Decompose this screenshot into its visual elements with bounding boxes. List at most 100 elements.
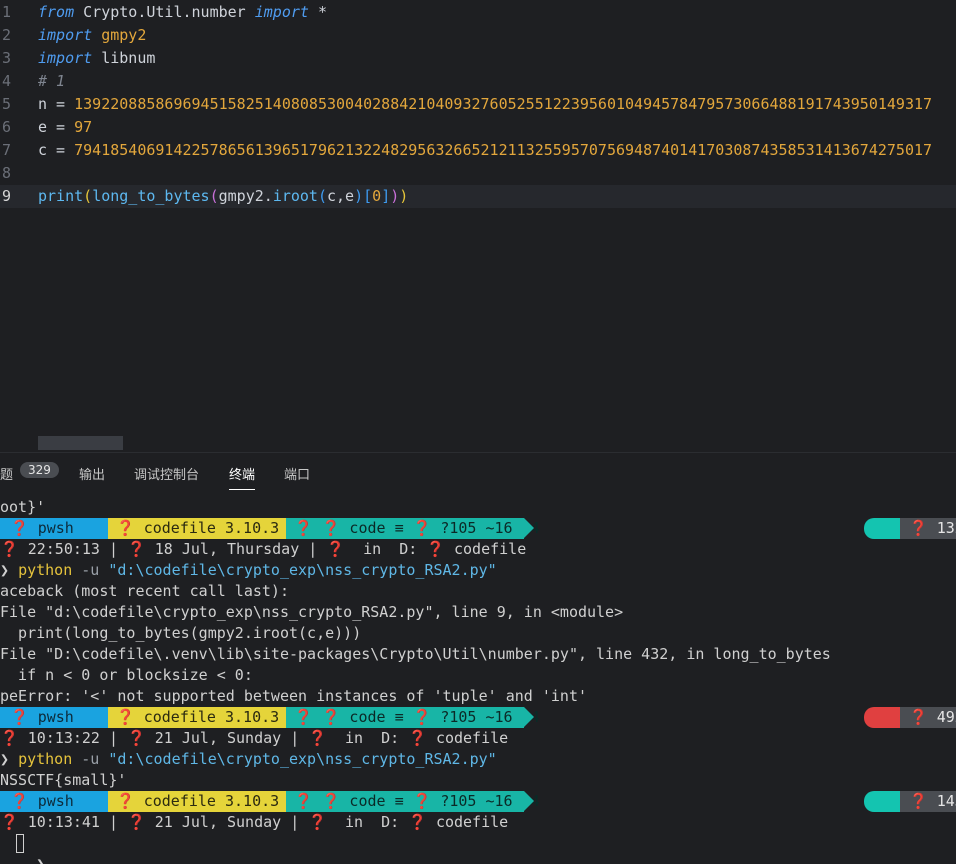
code-line[interactable]: 4 # 1 xyxy=(0,70,956,93)
tab-output[interactable]: 输出 xyxy=(79,464,105,483)
code-token: ( xyxy=(209,187,219,205)
tab-ports[interactable]: 端口 xyxy=(284,464,310,483)
code-token: c,e xyxy=(327,187,355,205)
prompt-info-line-3: ❓ 10:13:41 | ❓ 21 Jul, Sunday | ❓ in D: … xyxy=(0,813,509,831)
code-token: c = xyxy=(38,141,75,159)
code-token: Crypto.Util.number xyxy=(74,3,255,21)
code-token: 97 xyxy=(74,118,93,136)
problems-count-badge: 329 xyxy=(20,462,59,478)
code-text: c = 794185406914225786561396517962132248… xyxy=(38,139,932,162)
code-text: import gmpy2 xyxy=(38,24,146,47)
command-line-1: ❯ python -u "d:\codefile\crypto_exp\nss_… xyxy=(0,560,497,581)
code-token: 7941854069142257865613965179621322482956… xyxy=(74,141,933,159)
code-token: e = xyxy=(38,118,75,136)
prompt-bar-1: ❓ pwsh ❓ codefile 3.10.3 ❓ ❓ code ≡ ❓ ?1… xyxy=(0,518,956,539)
status-ok-segment xyxy=(864,518,900,539)
traceback-line: if n < 0 or blocksize < 0: xyxy=(0,666,253,684)
prompt-git-segment: ❓ ❓ code ≡ ❓ ?105 ~16 -4 xyxy=(286,707,540,728)
line-number: 6 xyxy=(2,118,12,136)
prompt-python-segment: ❓ codefile 3.10.3 xyxy=(108,518,286,539)
prompt-git-segment: ❓ ❓ code ≡ ❓ ?105 ~16 -4 xyxy=(286,518,540,539)
prompt-info-line-2: ❓ 10:13:22 | ❓ 21 Jul, Sunday | ❓ in D: … xyxy=(0,729,509,747)
code-token: import xyxy=(38,49,93,67)
code-token: 1392208858696945158251408085300402884210… xyxy=(74,95,933,113)
horizontal-scrollbar[interactable] xyxy=(38,436,123,450)
command-flag: -u xyxy=(72,561,109,579)
line-number: 5 xyxy=(2,95,12,113)
prompt-shell-segment: ❓ pwsh xyxy=(0,518,108,539)
code-line[interactable]: 1 from Crypto.Util.number import * xyxy=(0,1,956,24)
code-token: ) xyxy=(354,187,364,205)
prompt-git-segment: ❓ ❓ code ≡ ❓ ?105 ~16 -4 xyxy=(286,791,540,812)
code-token: [ xyxy=(363,187,373,205)
line-number: 8 xyxy=(2,164,12,182)
code-token: print xyxy=(38,187,84,205)
traceback-line: print(long_to_bytes(gmpy2.iroot(c,e))) xyxy=(0,624,362,642)
tab-terminal[interactable]: 终端 xyxy=(229,464,256,490)
code-token: import xyxy=(254,3,309,21)
tab-debug-console[interactable]: 调试控制台 xyxy=(134,464,199,483)
traceback-line: File "D:\codefile\.venv\lib\site-package… xyxy=(0,645,831,663)
code-token: ) xyxy=(399,187,409,205)
code-line[interactable]: 9 print(long_to_bytes(gmpy2.iroot(c,e)[0]… xyxy=(0,185,956,208)
command-flag: -u xyxy=(72,750,109,768)
code-token: 0 xyxy=(372,187,382,205)
code-token: long_to_bytes xyxy=(92,187,210,205)
terminal-line: oot}' xyxy=(0,498,46,516)
line-number: 7 xyxy=(2,141,12,159)
code-token: iroot xyxy=(272,187,318,205)
code-token: n = xyxy=(38,95,75,113)
prompt-bar-3: ❓ pwsh ❓ codefile 3.10.3 ❓ ❓ code ≡ ❓ ?1… xyxy=(0,791,956,812)
code-line[interactable]: 3 import libnum xyxy=(0,47,956,70)
prompt-bar-2: ❓ pwsh ❓ codefile 3.10.3 ❓ ❓ code ≡ ❓ ?1… xyxy=(0,707,956,728)
line-number: 1 xyxy=(2,3,12,21)
code-line[interactable]: 8 xyxy=(0,162,956,185)
command-line-2: ❯ python -u "d:\codefile\crypto_exp\nss_… xyxy=(0,749,497,770)
prompt-shell-segment: ❓ pwsh xyxy=(0,791,108,812)
code-text: e = 97 xyxy=(38,116,92,139)
code-token: from xyxy=(38,3,75,21)
code-line[interactable]: 2 import gmpy2 xyxy=(0,24,956,47)
line-number: 4 xyxy=(2,72,12,90)
prompt-arrow: ❯ xyxy=(36,855,46,864)
code-line[interactable]: 6 e = 97 xyxy=(0,116,956,139)
code-line[interactable]: 5 n = 13922088586969451582514080853004028… xyxy=(0,93,956,116)
segment-arrow xyxy=(524,791,534,811)
code-text: import libnum xyxy=(38,47,155,70)
prompt-arrow: ❯ xyxy=(0,750,19,768)
prompt-python-segment: ❓ codefile 3.10.3 xyxy=(108,791,286,812)
status-error-segment xyxy=(864,707,900,728)
terminal[interactable]: oot}' ❓ pwsh ❓ codefile 3.10.3 ❓ ❓ code … xyxy=(0,492,956,864)
code-text: n = 139220885869694515825140808530040288… xyxy=(38,93,932,116)
elapsed-time-segment: ❓ 492r xyxy=(900,707,956,728)
code-token: ( xyxy=(83,187,93,205)
code-token: * xyxy=(308,3,327,21)
code-text: print(long_to_bytes(gmpy2.iroot(c,e)[0])… xyxy=(38,185,408,208)
code-token: ] xyxy=(381,187,391,205)
code-line[interactable]: 7 c = 79418540691422578656139651796213224… xyxy=(0,139,956,162)
segment-arrow xyxy=(524,518,534,538)
elapsed-time-segment: ❓ 132r xyxy=(900,518,956,539)
traceback-line: File "d:\codefile\crypto_exp\nss_crypto_… xyxy=(0,603,624,621)
code-text: from Crypto.Util.number import * xyxy=(38,1,327,24)
prompt-arrow: ❯ xyxy=(0,561,19,579)
line-number: 3 xyxy=(2,49,12,67)
code-token: gmpy2. xyxy=(218,187,273,205)
traceback-line: peError: '<' not supported between insta… xyxy=(0,687,587,705)
code-token: # 1 xyxy=(38,72,66,90)
command-name: python xyxy=(18,750,73,768)
elapsed-time-segment: ❓ 143r xyxy=(900,791,956,812)
segment-arrow xyxy=(524,707,534,727)
line-number: 9 xyxy=(2,187,12,205)
code-text: # 1 xyxy=(38,70,65,93)
status-ok-segment xyxy=(864,791,900,812)
tab-problems[interactable]: 题 xyxy=(0,464,13,483)
panel-tab-bar: 题 329 输出 调试控制台 终端 端口 xyxy=(0,452,956,493)
text-cursor xyxy=(16,834,24,853)
traceback-line: aceback (most recent call last): xyxy=(0,582,289,600)
code-editor[interactable]: 1 from Crypto.Util.number import * 2 import… xyxy=(0,0,956,452)
current-input-line[interactable]: ❯ xyxy=(0,833,45,864)
code-token: ( xyxy=(317,187,327,205)
code-token: ) xyxy=(390,187,400,205)
prompt-shell-segment: ❓ pwsh xyxy=(0,707,108,728)
